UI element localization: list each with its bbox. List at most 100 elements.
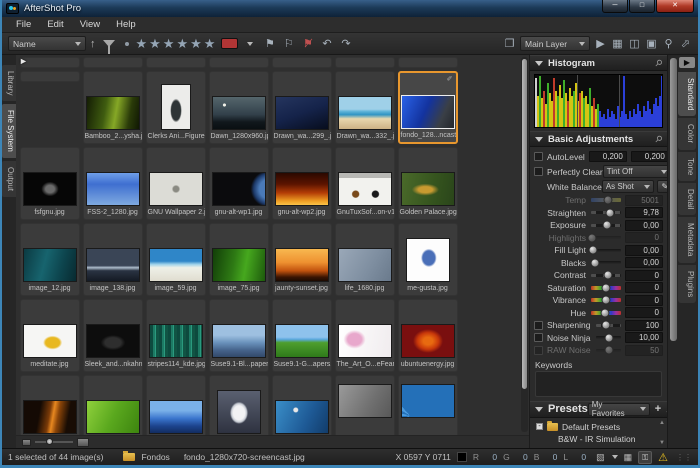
thumbnail-cell[interactable]: Wallpaper02.jpg [272,375,332,436]
perfectly-clear-checkbox[interactable] [534,167,543,176]
panel-tab-standard[interactable]: Standard [678,72,696,116]
lock-icon[interactable]: ⚿ [638,451,652,464]
thumbnail-cell[interactable]: GnuTuxSof...on-v1.jpg [335,147,395,220]
noise-ninja-slider[interactable] [596,336,621,339]
raw-noise-slider[interactable] [596,349,621,352]
sharpening-value[interactable]: 100 [625,320,663,331]
autolevel-checkbox[interactable] [534,152,543,161]
grid-scrollbar[interactable] [521,57,528,432]
thumbnail-cell[interactable]: fsfgnu.jpg [20,147,80,220]
straighten-slider[interactable] [591,211,621,214]
thumbnail-cell[interactable]: vladstudio...0x1024.jpg [209,375,269,436]
slider-handle[interactable] [604,346,613,355]
thumbnail-size-slider[interactable] [35,441,73,443]
zero-star-icon[interactable] [125,42,129,46]
thumbnail-cell[interactable]: jaunty-sunset.jpg [272,223,332,296]
fill-light-value[interactable]: 0,00 [625,245,663,256]
fill-light-slider[interactable] [591,249,621,252]
highlights-value[interactable]: 0 [625,232,663,243]
slider-handle[interactable] [588,233,597,242]
slider-handle[interactable] [603,271,612,280]
thumbnail-cell-partial[interactable] [272,57,332,68]
menu-edit[interactable]: Edit [39,17,71,32]
image-view-icon[interactable]: ▣ [645,37,658,51]
highlights-slider[interactable] [591,236,621,239]
thumbnail-cell[interactable]: FSS-2_1280.jpg [83,147,143,220]
histogram-header[interactable]: Histogram ⚲ [530,55,667,71]
rotate-right-icon[interactable]: ↷ [339,37,352,51]
temp-value[interactable]: 5001 [625,195,663,206]
sharpening-slider[interactable] [596,324,621,327]
saturation-slider[interactable] [591,286,621,290]
zoom-out-thumbnails-icon[interactable] [22,439,31,446]
hue-slider[interactable] [591,311,621,315]
thumbnail-cell[interactable]: Clerks Ani...Figure.jpg [146,71,206,144]
sidebar-tab-library[interactable]: Library [2,65,16,101]
preset-item[interactable]: B&W - Simple [536,445,665,449]
thumbnail-cell[interactable]: Unveil.jpeg [20,375,80,436]
raw-noise-value[interactable]: 50 [625,345,663,356]
fullscreen-icon[interactable]: ⬀ [679,37,692,51]
white-balance-dropdown[interactable]: As Shot [602,180,654,193]
basic-adjustments-header[interactable]: Basic Adjustments ⚲ [530,131,667,147]
title-bar[interactable]: AfterShot Pro ─ □ ✕ [2,0,698,17]
thumbnail-cell-partial[interactable] [83,57,143,68]
flag-pick-icon[interactable]: ⚐ [282,37,295,51]
preset-folder-row[interactable]: - Default Presets [536,421,665,433]
noise-ninja-checkbox[interactable] [534,333,543,342]
slider-handle[interactable] [601,308,610,317]
warning-icon[interactable]: ⚠ [658,451,668,464]
exposure-value[interactable]: 0,00 [625,220,663,231]
proof-icon[interactable]: ▦ [624,452,633,463]
slider-handle[interactable] [602,221,611,230]
color-label-swatch[interactable] [221,38,238,49]
saturation-value[interactable]: 0 [625,282,663,293]
straighten-value[interactable]: 9,78 [625,207,663,218]
autolevel-value-1[interactable]: 0,200 [589,151,627,162]
panel-collapse-icon[interactable]: ▶ [679,57,695,68]
scroll-up-icon[interactable]: ▲ [659,420,665,426]
thumbnail-cell-partial[interactable] [146,57,206,68]
thumbnail-cell[interactable]: Suse9.1-G...apers.jpg [272,299,332,372]
thumbnail-cell[interactable]: vista-wall...h-tree.jpg [83,375,143,436]
temp-slider[interactable] [591,198,621,202]
perfectly-clear-dropdown[interactable]: Tint Off [603,165,667,178]
scroll-down-icon[interactable]: ▼ [659,440,665,446]
add-preset-button[interactable]: + [655,403,661,415]
magnifier-icon[interactable]: ⚲ [662,37,675,51]
thumbnail-cell[interactable]: The_Art_O...eFear.jpg [335,299,395,372]
panel-tab-tone[interactable]: Tone [678,152,696,181]
blacks-slider[interactable] [591,261,621,264]
slider-handle[interactable] [591,258,600,267]
thumbnail-cell[interactable]: image_59.jpg [146,223,206,296]
menu-help[interactable]: Help [108,17,144,32]
thumbnail-cell[interactable]: Drawn_wa...299_.jpg [272,71,332,144]
slideshow-icon[interactable]: ▶ [594,37,607,51]
sort-direction-icon[interactable]: ↑ [90,38,96,50]
flag-icon[interactable]: ⚑ [263,37,276,51]
flag-reject-icon[interactable]: ⚑̸ [301,37,314,51]
thumbnail-cell[interactable]: Golden Palace.jpg [398,147,458,220]
thumbnail-cell[interactable]: image_138.jpg [83,223,143,296]
thumbnail-cell[interactable]: stripes114_kde.jpg [146,299,206,372]
sort-field-dropdown[interactable]: Name [8,36,86,51]
blacks-value[interactable]: 0,00 [625,257,663,268]
color-profile-icon[interactable]: ▧ [596,452,605,463]
thumbnail-cell[interactable]: fondo_128...ncast.jpg✐ [398,71,458,144]
preset-item[interactable]: B&W - IR Simulation [536,433,665,445]
vibrance-value[interactable]: 0 [625,295,663,306]
collapse-box-icon[interactable]: - [536,423,543,430]
panel-tab-metadata[interactable]: Metadata [678,217,696,262]
contrast-value[interactable]: 0 [625,270,663,281]
presets-filter-dropdown[interactable]: My Favorites [588,403,650,416]
thumbnail-cell-partial[interactable] [209,57,269,68]
panel-scrollbar[interactable] [667,55,678,448]
star-rating-filter[interactable]: ★★★★★★ [136,36,218,52]
thumbnail-cell[interactable]: Drawn_wa...332_.jpg [335,71,395,144]
slider-handle[interactable] [602,296,611,305]
exposure-slider[interactable] [591,224,621,227]
layer-dropdown[interactable]: Main Layer [520,36,590,51]
menu-view[interactable]: View [72,17,108,32]
maximize-button[interactable]: □ [629,0,655,13]
chevron-down-icon[interactable] [247,42,253,46]
